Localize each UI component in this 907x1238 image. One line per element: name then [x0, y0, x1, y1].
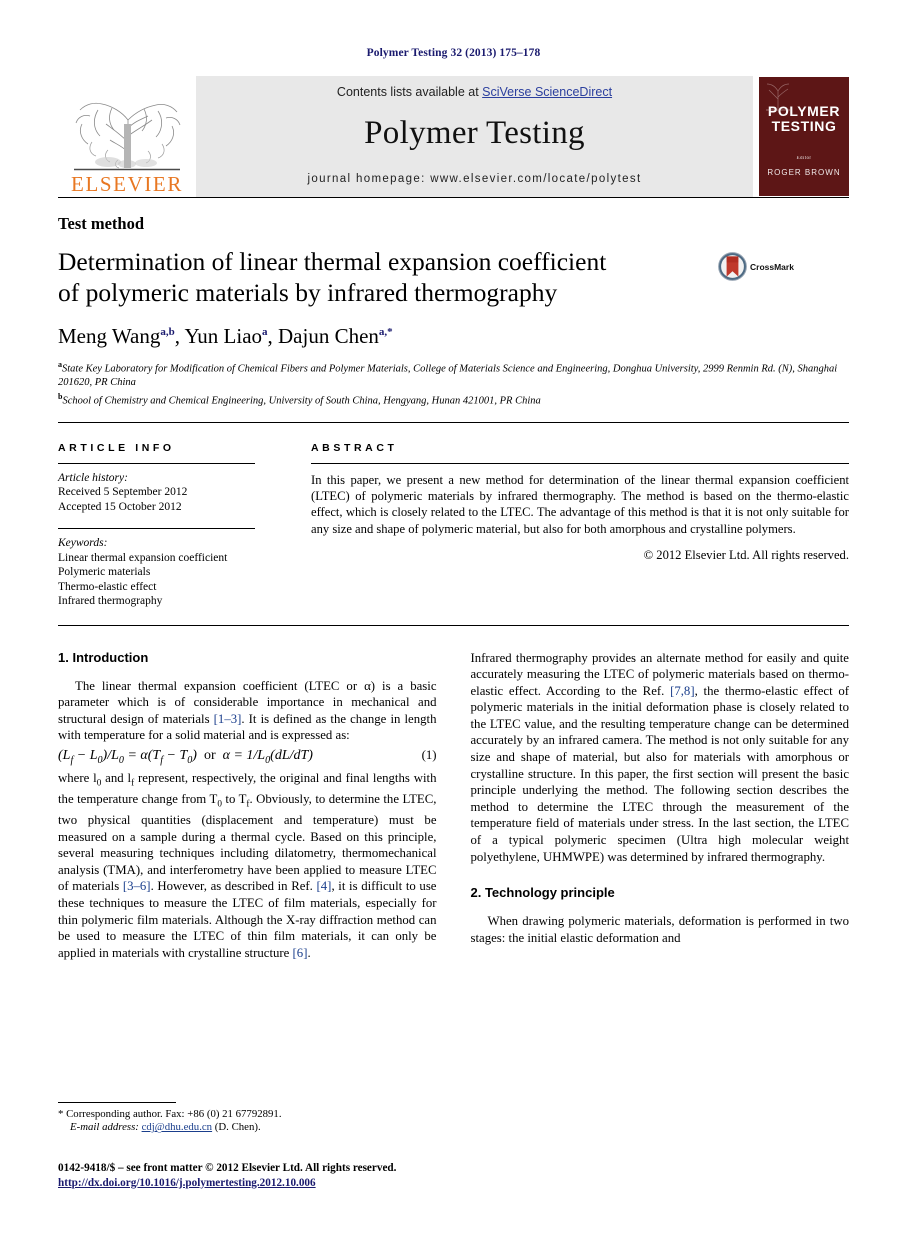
journal-homepage[interactable]: journal homepage: www.elsevier.com/locat… [307, 173, 641, 185]
cover-title-line2: TESTING [771, 118, 837, 134]
email-label: E-mail address: [70, 1121, 139, 1134]
abstract-heading: ABSTRACT [311, 441, 398, 454]
sciencedirect-link[interactable]: SciVerse ScienceDirect [482, 85, 612, 99]
section-heading-introduction: 1. Introduction [58, 649, 149, 665]
cover-tree-icon [766, 83, 790, 111]
journal-cover-thumbnail: POLYMER TESTING Editor ROGER BROWN [753, 76, 849, 197]
author-0-sep: , [174, 324, 185, 348]
keyword-2: Thermo-elastic effect [58, 580, 157, 593]
paragraph-intro-3: Infrared thermography provides an altern… [471, 650, 850, 866]
abstract-copyright: © 2012 Elsevier Ltd. All rights reserved… [643, 548, 849, 563]
page-title: Determination of linear thermal expansio… [58, 246, 718, 308]
equation-1: (Lf − L0)/L0 = α(Tf − T0) or α = 1/L0(dL… [58, 748, 437, 766]
history-accepted: Accepted 15 October 2012 [58, 500, 182, 513]
para2-h: . [307, 945, 311, 960]
footnote-corresponding: Corresponding author. Fax: +86 (0) 21 67… [63, 1107, 282, 1120]
email-suffix: (D. Chen). [212, 1121, 261, 1134]
citation-1-3[interactable]: [1–3] [214, 712, 242, 726]
keyword-1: Polymeric materials [58, 566, 151, 578]
elsevier-wordmark: ELSEVIER [71, 172, 183, 196]
title-row: Determination of linear thermal expansio… [58, 246, 849, 308]
crossmark-icon [718, 252, 747, 281]
citation-3-6[interactable]: [3–6] [123, 879, 151, 893]
elsevier-logo: ELSEVIER [58, 76, 196, 197]
cover-editor-label: Editor [796, 156, 812, 161]
author-list: Meng Wanga,b, Yun Liaoa, Dajun Chena,* [58, 324, 849, 349]
doi-link[interactable]: http://dx.doi.org/10.1016/j.polymertesti… [58, 1177, 316, 1189]
paragraph-intro-1: The linear thermal expansion coefficient… [58, 678, 437, 744]
paragraph-intro-2: where l0 and lf represent, respectively,… [58, 770, 437, 960]
body-columns: 1. Introduction The linear thermal expan… [58, 650, 849, 962]
para3-b: , the thermo-elastic effect of polymeric… [470, 683, 850, 864]
keywords-label: Keywords: [58, 537, 108, 549]
paragraph-principle-1: When drawing polymeric materials, deform… [470, 914, 850, 945]
keywords-block: Keywords: Linear thermal expansion coeff… [58, 536, 255, 609]
article-history-block: Article history: Received 5 September 20… [58, 471, 255, 515]
abstract-text: In this paper, we present a new method f… [311, 472, 849, 536]
equation-1-math: (Lf − L0)/L0 = α(Tf − T0) or α = 1/L0(dL… [58, 747, 313, 766]
author-0-sup: a,b [160, 326, 175, 338]
banner-bottom-rule [58, 197, 849, 198]
author-1-sep: , [267, 324, 279, 348]
article-info-heading: ARTICLE INFO [58, 441, 175, 454]
body-column-left: 1. Introduction The linear thermal expan… [58, 650, 437, 962]
citation-7-8[interactable]: [7,8] [670, 684, 695, 698]
contents-prefix: Contents lists available at [336, 85, 483, 99]
affiliations: aState Key Laboratory for Modification o… [58, 358, 849, 408]
bottom-matter: 0142-9418/$ – see front matter © 2012 El… [58, 1161, 658, 1190]
article-title-line1: Determination of linear thermal expansio… [58, 247, 607, 276]
footnote-rule [58, 1101, 176, 1103]
affiliation-a: aState Key Laboratory for Modification o… [58, 358, 849, 390]
running-head: Polymer Testing 32 (2013) 175–178 [366, 47, 541, 59]
body-column-right: Infrared thermography provides an altern… [471, 650, 850, 962]
article-title-line2: of polymeric materials by infrared therm… [58, 278, 558, 307]
affiliation-b-text: School of Chemistry and Chemical Enginee… [62, 395, 541, 406]
banner-center: Contents lists available at SciVerse Sci… [196, 76, 753, 197]
issn-copyright-line: 0142-9418/$ – see front matter © 2012 El… [58, 1162, 397, 1174]
abstract-rule [311, 462, 849, 464]
equation-1-number: (1) [421, 747, 437, 762]
corresponding-author-note: * Corresponding author. Fax: +86 (0) 21 … [58, 1108, 434, 1135]
abstract-bottom-rule [58, 624, 849, 626]
section-heading-technology-principle: 2. Technology principle [470, 885, 615, 901]
journal-title: Polymer Testing [364, 115, 585, 151]
elsevier-tree-icon [68, 90, 186, 173]
crossmark-badge[interactable]: CrossMark [718, 252, 794, 281]
article-info-column: ARTICLE INFO Article history: Received 5… [58, 423, 283, 609]
cover-editor-name: ROGER BROWN [767, 168, 841, 177]
author-2-name: Dajun Chen [278, 324, 379, 348]
citation-4[interactable]: [4] [317, 879, 332, 893]
affiliation-b: bSchool of Chemistry and Chemical Engine… [58, 390, 849, 408]
author-2-sup: a,* [378, 326, 393, 338]
author-2: Dajun Chena,* [278, 324, 393, 348]
article-info-rule [58, 462, 255, 464]
article-history-label: Article history: [58, 471, 128, 484]
cover-art: POLYMER TESTING Editor ROGER BROWN [759, 77, 849, 196]
keywords-rule [58, 528, 255, 529]
contents-available-line: Contents lists available at SciVerse Sci… [337, 85, 612, 99]
journal-banner: ELSEVIER Contents lists available at Sci… [58, 76, 849, 197]
keyword-3: Infrared thermography [58, 595, 163, 607]
affiliation-a-text: State Key Laboratory for Modification of… [58, 363, 838, 389]
para2-a: where l [58, 770, 97, 785]
paper-page: Polymer Testing 32 (2013) 175–178 ELSEVI… [0, 0, 907, 1238]
abstract-column: ABSTRACT In this paper, we present a new… [283, 423, 849, 609]
author-0-name: Meng Wang [58, 324, 161, 348]
author-1: Yun Liaoa, [184, 324, 278, 348]
author-1-name: Yun Liao [184, 324, 263, 348]
history-received: Received 5 September 2012 [58, 486, 188, 498]
email-link[interactable]: cdj@dhu.edu.cn [142, 1121, 213, 1133]
author-0: Meng Wanga,b, [58, 324, 184, 348]
para2-f: . However, as described in Ref. [150, 879, 317, 894]
crossmark-label: CrossMark [750, 261, 794, 272]
footnote-line-2: E-mail address: cdj@dhu.edu.cn (D. Chen)… [58, 1121, 434, 1135]
para2-d: to T [221, 791, 247, 806]
info-abstract-region: ARTICLE INFO Article history: Received 5… [58, 423, 849, 609]
document-type: Test method [58, 214, 145, 233]
citation-6[interactable]: [6] [293, 946, 308, 960]
footnote-line-1: * Corresponding author. Fax: +86 (0) 21 … [58, 1108, 434, 1122]
keyword-0: Linear thermal expansion coefficient [58, 551, 228, 564]
para2-b: and l [101, 770, 132, 785]
footnote-region: * Corresponding author. Fax: +86 (0) 21 … [58, 1101, 434, 1135]
